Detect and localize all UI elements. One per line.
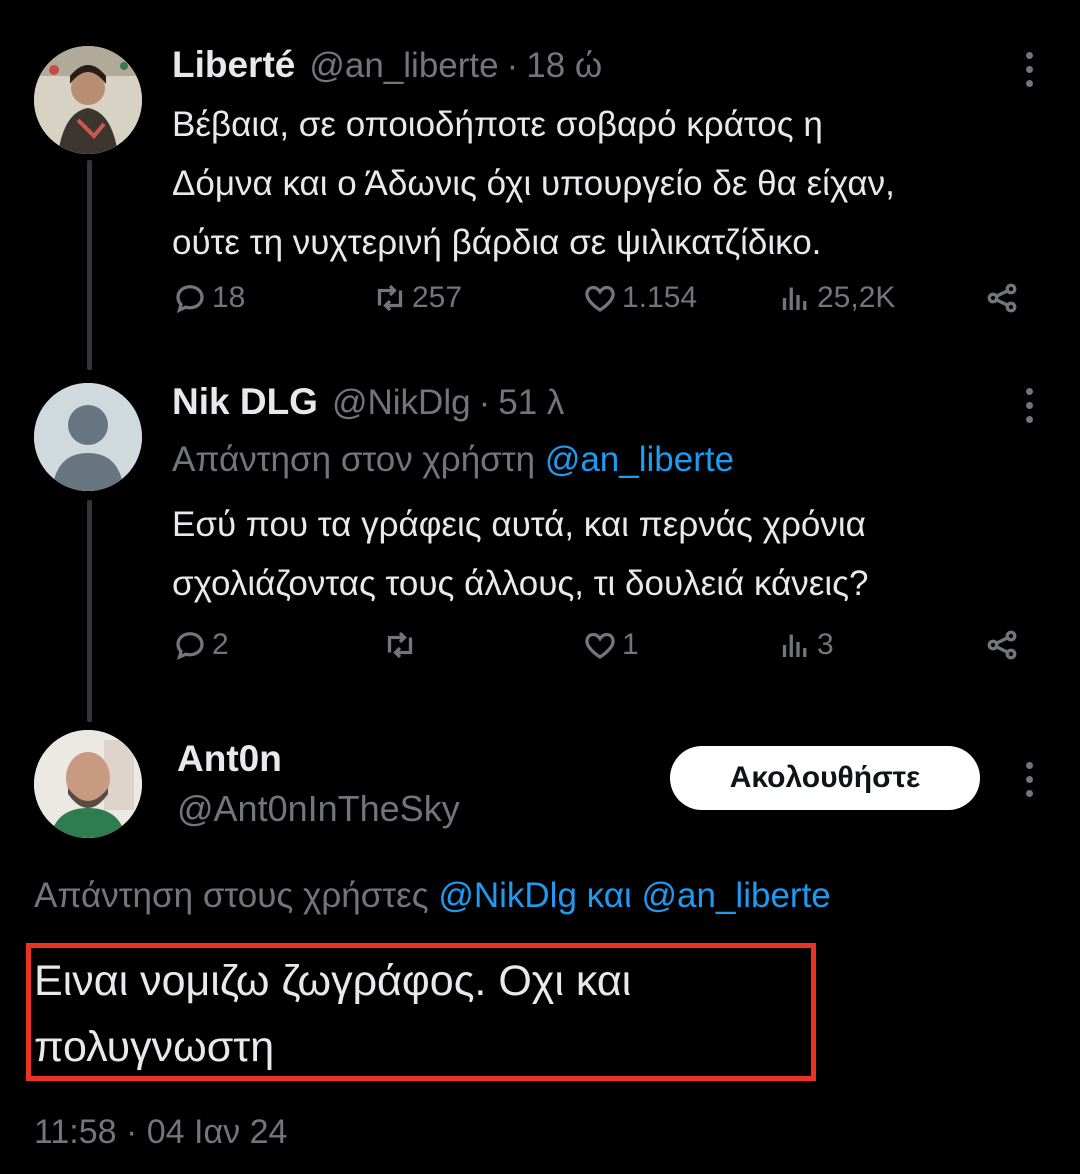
views-count: 25,2K <box>817 281 896 314</box>
reply-button[interactable]: 18 <box>172 280 245 316</box>
retweet-button[interactable]: 257 <box>372 280 462 316</box>
like-count: 1 <box>622 628 639 661</box>
thread-connector <box>87 500 92 722</box>
like-count: 1.154 <box>622 281 698 314</box>
author-handle[interactable]: @an_liberte <box>309 46 498 86</box>
retweet-icon <box>377 284 403 312</box>
views-button[interactable]: 3 <box>777 627 834 663</box>
reply-prefix: Απάντηση στους χρήστες <box>34 876 429 915</box>
mention-link[interactable]: @an_liberte <box>642 876 831 915</box>
retweet-icon <box>387 631 413 659</box>
author-name[interactable]: Liberté <box>172 44 295 86</box>
avatar[interactable] <box>34 383 142 491</box>
heart-icon <box>585 632 615 659</box>
mention-link[interactable]: @an_liberte <box>545 440 734 479</box>
like-button[interactable]: 1 <box>582 627 639 663</box>
tweet-actions: 18 257 1.154 25,2K <box>172 280 1032 330</box>
tweet-text-line: Εσύ που τα γράφεις αυτά, και περνάς χρόν… <box>172 505 866 544</box>
views-count: 3 <box>817 628 834 661</box>
tweet-text-line: σχολιάζοντας τους άλλους, τι δουλειά κάν… <box>172 564 869 603</box>
tweet-text: Εσύ που τα γράφεις αυτά, και περνάς χρόν… <box>172 495 868 613</box>
retweet-count: 257 <box>412 281 463 314</box>
avatar[interactable] <box>34 730 142 838</box>
mention-conjunction: και <box>586 876 632 915</box>
reply-icon <box>176 632 204 660</box>
retweet-button[interactable] <box>382 627 422 663</box>
tweet-text-line: Δόμνα και ο Άδωνις όχι υπουργείο δε θα ε… <box>172 164 895 203</box>
reply-count: 2 <box>212 628 229 661</box>
like-button[interactable]: 1.154 <box>582 280 697 316</box>
author-name[interactable]: Nik DLG <box>172 381 318 423</box>
views-icon <box>782 634 807 657</box>
tweet-text: Βέβαια, σε οποιοδήποτε σοβαρό κράτος η Δ… <box>172 95 895 272</box>
tweet-text-line: ούτε τη νυχτερινή βάρδια σε ψιλικατζίδικ… <box>172 223 822 262</box>
author-name[interactable]: Ant0n <box>177 738 282 780</box>
reply-prefix: Απάντηση στον χρήστη <box>172 440 536 479</box>
tweet-text-line: Βέβαια, σε οποιοδήποτε σοβαρό κράτος η <box>172 105 823 144</box>
reply-count: 18 <box>212 281 246 314</box>
separator: · <box>478 383 491 422</box>
avatar[interactable] <box>34 46 142 154</box>
share-button[interactable] <box>984 627 1020 663</box>
mention-link[interactable]: @NikDlg <box>438 876 577 915</box>
reply-button[interactable]: 2 <box>172 627 229 663</box>
author-name-block: Ant0n <box>177 738 282 780</box>
author-handle[interactable]: @Ant0nInTheSky <box>177 788 460 830</box>
thread-connector <box>87 160 92 370</box>
tweet-header: Nik DLG @NikDlg · 51 λ <box>172 381 564 423</box>
tweet-header: Liberté @an_liberte · 18 ώ <box>172 44 602 86</box>
reply-icon <box>176 285 204 313</box>
tweet-actions: 2 1 3 <box>172 627 1032 677</box>
reply-context: Απάντηση στους χρήστες @NikDlg και @an_l… <box>34 876 831 916</box>
author-handle[interactable]: @NikDlg <box>332 383 471 423</box>
tweet-timestamp[interactable]: 11:58 · 04 Ιαν 24 <box>34 1113 287 1152</box>
follow-button[interactable]: Ακολουθήστε <box>670 746 980 810</box>
share-icon <box>987 283 1017 313</box>
tweet-time[interactable]: 18 ώ <box>526 46 602 86</box>
heart-icon <box>585 285 615 312</box>
views-button[interactable]: 25,2K <box>777 280 895 316</box>
highlight-box <box>26 943 816 1081</box>
views-icon <box>782 287 807 310</box>
tweet-time[interactable]: 51 λ <box>498 383 564 423</box>
more-options-icon[interactable] <box>1024 388 1034 423</box>
share-icon <box>987 630 1017 660</box>
separator: · <box>506 46 519 85</box>
share-button[interactable] <box>984 280 1020 316</box>
reply-context: Απάντηση στον χρήστη @an_liberte <box>172 440 734 480</box>
more-options-icon[interactable] <box>1024 762 1034 797</box>
more-options-icon[interactable] <box>1024 52 1034 87</box>
